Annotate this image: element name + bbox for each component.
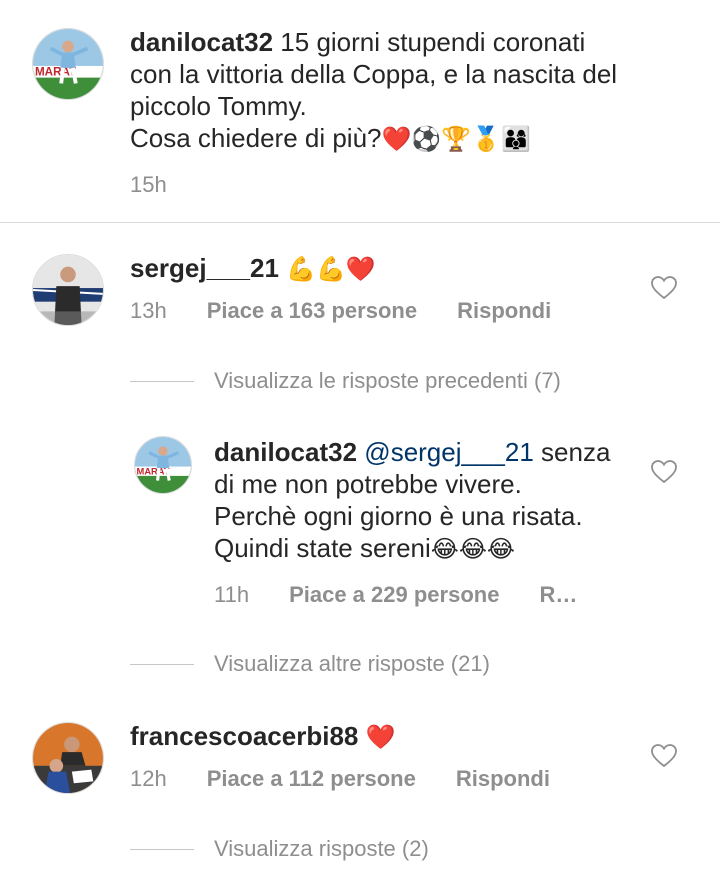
- caption-text: danilocat32 15 giorni stupendi coronati …: [130, 26, 700, 155]
- comment-username[interactable]: sergej___21: [130, 253, 279, 283]
- thread-line: [130, 663, 194, 665]
- comment-time: 12h: [130, 766, 167, 791]
- comment-meta: 12h Piace a 112 persone Rispondi: [130, 766, 550, 792]
- comment-emojis: 💪💪❤️: [286, 255, 376, 283]
- caption-line1: 15 giorni stupendi coronati: [280, 27, 586, 57]
- reply-line3: Perchè ogni giorno è una risata.: [214, 501, 583, 531]
- caption-divider: [0, 222, 720, 223]
- comment-meta: 13h Piace a 163 persone Rispondi: [130, 298, 551, 324]
- comment-avatar-sergej[interactable]: [32, 254, 104, 326]
- caption-line4: Cosa chiedere di più?: [130, 123, 382, 153]
- comment-text-francescoacerbi: francescoacerbi88 ❤️: [130, 720, 396, 753]
- reply-line2: di me non potrebbe vivere.: [214, 469, 522, 499]
- comment-avatar-francescoacerbi[interactable]: [32, 722, 104, 794]
- caption-time: 15h: [130, 172, 167, 197]
- comment-emojis: ❤️: [365, 723, 396, 751]
- view-previous-replies[interactable]: Visualizza le risposte precedenti (7): [130, 368, 561, 394]
- reply-button[interactable]: Rispondi: [456, 766, 550, 792]
- heart-outline-icon[interactable]: [651, 460, 677, 484]
- reply-avatar-danilocat[interactable]: MARAT: [134, 436, 192, 494]
- reply-meta: 11h Piace a 229 persone R…: [214, 582, 577, 608]
- heart-outline-icon[interactable]: [651, 744, 677, 768]
- view-more-replies-label: Visualizza altre risposte (21): [214, 651, 490, 676]
- view-replies[interactable]: Visualizza risposte (2): [130, 836, 429, 862]
- comment-text-sergej: sergej___21 💪💪❤️: [130, 252, 376, 285]
- reply-mention[interactable]: @sergej___21: [364, 437, 534, 467]
- view-replies-label: Visualizza risposte (2): [214, 836, 429, 861]
- caption-emojis: ❤️⚽🏆🥇👨‍👩‍👦: [381, 125, 531, 153]
- view-previous-replies-label: Visualizza le risposte precedenti (7): [214, 368, 561, 393]
- thread-line: [130, 848, 194, 850]
- thread-line: [130, 380, 194, 382]
- likes-count[interactable]: Piace a 112 persone: [207, 766, 416, 792]
- reply-line4: Quindi state sereni: [214, 533, 431, 563]
- reply-reply-button[interactable]: R…: [539, 582, 577, 608]
- reply-text: danilocat32 @sergej___21 senza di me non…: [214, 436, 634, 565]
- comment-time: 13h: [130, 298, 167, 323]
- reply-time: 11h: [214, 582, 250, 607]
- reply-button[interactable]: Rispondi: [457, 298, 551, 324]
- view-more-replies[interactable]: Visualizza altre risposte (21): [130, 651, 490, 677]
- reply-line1: senza: [541, 437, 611, 467]
- reply-likes-count[interactable]: Piace a 229 persone: [289, 582, 499, 608]
- caption-line3: piccolo Tommy.: [130, 91, 307, 121]
- reply-emojis: 😂😂😂: [430, 535, 515, 563]
- caption-meta: 15h: [130, 172, 207, 198]
- reply-username[interactable]: danilocat32: [214, 437, 357, 467]
- caption-line2: con la vittoria della Coppa, e la nascit…: [130, 59, 618, 89]
- comment-username[interactable]: francescoacerbi88: [130, 721, 358, 751]
- likes-count[interactable]: Piace a 163 persone: [207, 298, 417, 324]
- caption-avatar[interactable]: MARAT: [32, 28, 104, 100]
- heart-outline-icon[interactable]: [651, 276, 677, 300]
- caption-username[interactable]: danilocat32: [130, 27, 273, 57]
